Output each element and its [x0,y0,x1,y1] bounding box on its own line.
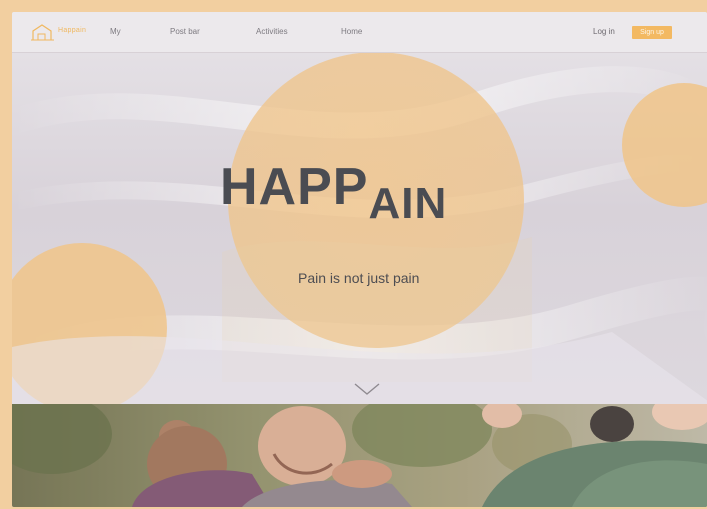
nav-activities[interactable]: Activities [256,27,288,36]
hero-section: HAPPAIN Pain is not just pain [12,52,707,404]
logo-text: Happain [58,27,87,34]
hero-title-main: HAPP [220,158,369,216]
nav-home[interactable]: Home [341,27,362,36]
top-navbar: Happain My Post bar Activities Home Log … [12,12,707,53]
hero-tagline: Pain is not just pain [298,270,420,286]
chevron-down-icon[interactable] [353,382,381,396]
nav-my[interactable]: My [110,27,121,36]
right-circle-shape [622,83,707,207]
hero-background [12,52,707,404]
nav-post-bar[interactable]: Post bar [170,27,200,36]
hero-title: HAPPAIN [220,157,447,228]
page-frame: Happain My Post bar Activities Home Log … [12,12,707,507]
site-logo[interactable]: Happain [30,22,92,42]
signup-button[interactable]: Sign up [632,26,672,39]
hero-photo [12,404,707,507]
login-link[interactable]: Log in [593,27,615,36]
hero-title-sub: AIN [368,179,448,228]
people-hugging-photo [12,404,707,507]
